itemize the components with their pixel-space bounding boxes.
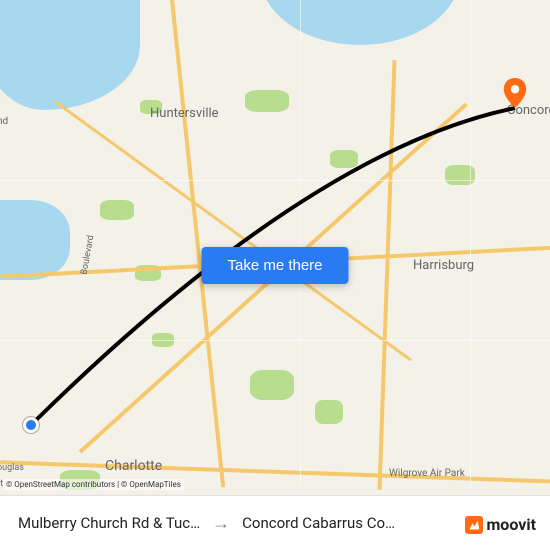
take-me-there-button[interactable]: Take me there xyxy=(201,247,348,284)
origin-marker[interactable] xyxy=(23,417,39,433)
city-label-charlotte: Charlotte xyxy=(105,458,162,474)
minor-label: Wilgrove Air Park xyxy=(389,468,465,479)
origin-label: Mulberry Church Rd & Tuc… xyxy=(18,514,200,532)
arrow-right-icon: → xyxy=(212,513,230,534)
water-lake-w xyxy=(0,200,70,280)
city-label-harrisburg: Harrisburg xyxy=(413,258,474,273)
map-pin-icon xyxy=(500,78,530,108)
road-minor xyxy=(300,0,301,490)
moovit-logo-icon xyxy=(465,516,483,534)
map-canvas[interactable]: Huntersville Harrisburg Charlotte Concor… xyxy=(0,0,550,550)
park xyxy=(250,370,294,400)
minor-label: ouglas xyxy=(0,463,24,473)
park xyxy=(100,200,134,220)
road-minor xyxy=(0,180,550,181)
city-label-huntersville: Huntersville xyxy=(150,106,219,121)
park xyxy=(245,90,289,112)
moovit-logo-text: moovit xyxy=(486,515,536,534)
road-minor xyxy=(0,340,550,341)
park xyxy=(315,400,343,424)
minor-label: nd xyxy=(0,116,8,127)
map-attribution: © OpenStreetMap contributors | © OpenMap… xyxy=(3,479,184,490)
moovit-branding: moovit xyxy=(465,515,536,534)
destination-label: Concord Cabarrus Co… xyxy=(242,514,395,532)
park xyxy=(330,150,358,168)
road-minor xyxy=(470,0,471,490)
destination-marker[interactable] xyxy=(500,78,530,108)
